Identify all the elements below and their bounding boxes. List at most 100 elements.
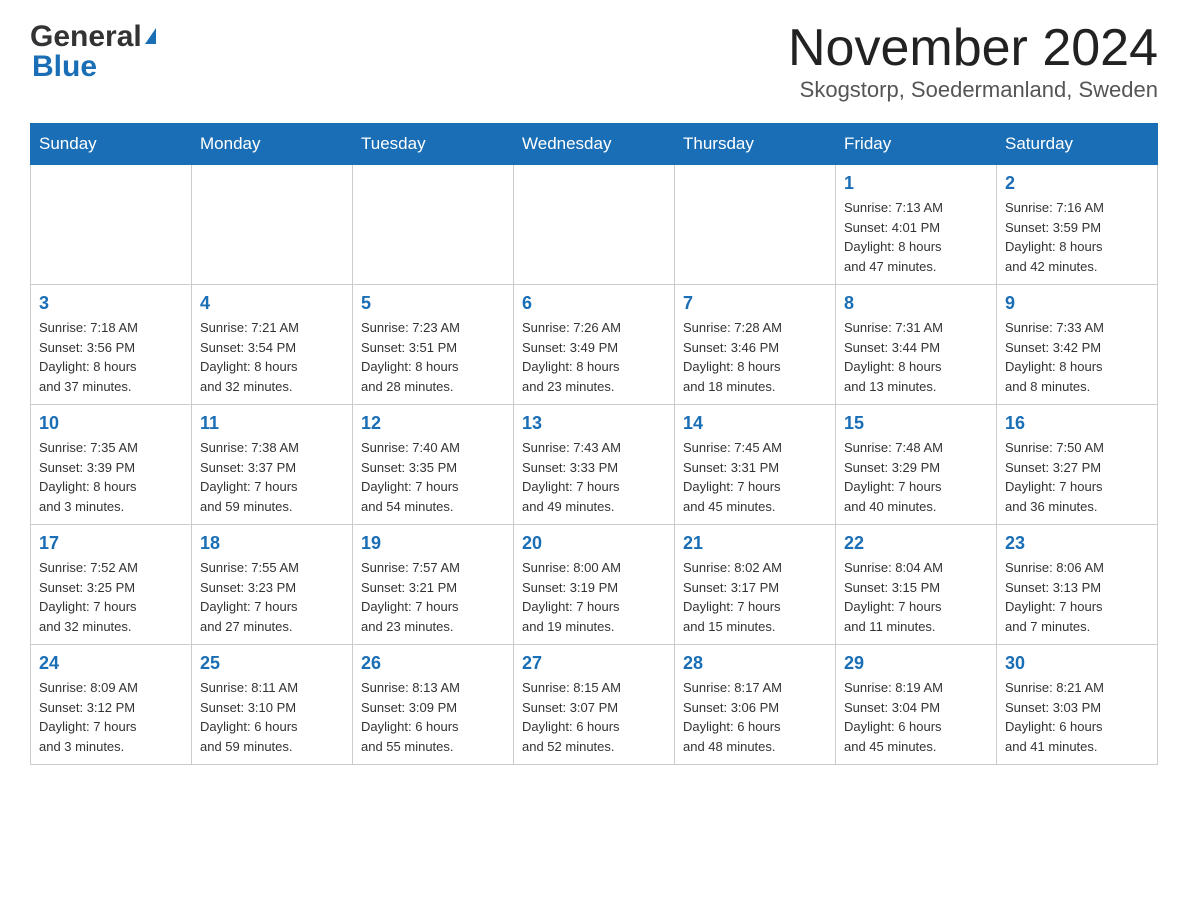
week-row-3: 10 Sunrise: 7:35 AMSunset: 3:39 PMDayligh…	[31, 405, 1158, 525]
logo-triangle-icon	[145, 28, 156, 44]
week-row-5: 24 Sunrise: 8:09 AMSunset: 3:12 PMDayligh…	[31, 645, 1158, 765]
calendar-cell	[675, 165, 836, 285]
day-number: 21	[683, 533, 827, 554]
calendar-cell: 4 Sunrise: 7:21 AMSunset: 3:54 PMDaylight…	[192, 285, 353, 405]
day-number: 23	[1005, 533, 1149, 554]
calendar-cell: 17Sunrise: 7:52 AMSunset: 3:25 PMDayligh…	[31, 525, 192, 645]
day-info: Sunrise: 7:33 AMSunset: 3:42 PMDaylight:…	[1005, 318, 1149, 396]
day-info: Sunrise: 8:21 AMSunset: 3:03 PMDaylight:…	[1005, 678, 1149, 756]
day-info: Sunrise: 8:06 AMSunset: 3:13 PMDaylight:…	[1005, 558, 1149, 636]
day-number: 24	[39, 653, 183, 674]
day-number: 20	[522, 533, 666, 554]
calendar-cell: 28 Sunrise: 8:17 AMSunset: 3:06 PMDayligh…	[675, 645, 836, 765]
week-row-4: 17Sunrise: 7:52 AMSunset: 3:25 PMDayligh…	[31, 525, 1158, 645]
calendar-header-tuesday: Tuesday	[353, 124, 514, 165]
calendar-cell: 10 Sunrise: 7:35 AMSunset: 3:39 PMDayligh…	[31, 405, 192, 525]
calendar-header-thursday: Thursday	[675, 124, 836, 165]
day-info: Sunrise: 7:50 AMSunset: 3:27 PMDaylight:…	[1005, 438, 1149, 516]
calendar-cell: 9 Sunrise: 7:33 AMSunset: 3:42 PMDaylight…	[997, 285, 1158, 405]
day-number: 10	[39, 413, 183, 434]
calendar-cell: 1 Sunrise: 7:13 AMSunset: 4:01 PMDaylight…	[836, 165, 997, 285]
calendar-cell	[31, 165, 192, 285]
day-number: 22	[844, 533, 988, 554]
day-info: Sunrise: 7:13 AMSunset: 4:01 PMDaylight:…	[844, 198, 988, 276]
calendar-cell: 7Sunrise: 7:28 AMSunset: 3:46 PMDaylight…	[675, 285, 836, 405]
day-info: Sunrise: 7:45 AMSunset: 3:31 PMDaylight:…	[683, 438, 827, 516]
calendar-cell: 21 Sunrise: 8:02 AMSunset: 3:17 PMDayligh…	[675, 525, 836, 645]
day-number: 7	[683, 293, 827, 314]
calendar-header-friday: Friday	[836, 124, 997, 165]
calendar-cell: 30 Sunrise: 8:21 AMSunset: 3:03 PMDayligh…	[997, 645, 1158, 765]
week-row-2: 3Sunrise: 7:18 AMSunset: 3:56 PMDaylight…	[31, 285, 1158, 405]
page-header: General Blue November 2024 Skogstorp, So…	[30, 20, 1158, 103]
calendar-header-sunday: Sunday	[31, 124, 192, 165]
calendar-cell	[192, 165, 353, 285]
month-title: November 2024	[788, 20, 1158, 77]
day-info: Sunrise: 7:23 AMSunset: 3:51 PMDaylight:…	[361, 318, 505, 396]
day-info: Sunrise: 7:26 AMSunset: 3:49 PMDaylight:…	[522, 318, 666, 396]
day-number: 15	[844, 413, 988, 434]
day-info: Sunrise: 8:11 AMSunset: 3:10 PMDaylight:…	[200, 678, 344, 756]
day-info: Sunrise: 8:15 AMSunset: 3:07 PMDaylight:…	[522, 678, 666, 756]
day-info: Sunrise: 8:02 AMSunset: 3:17 PMDaylight:…	[683, 558, 827, 636]
day-number: 11	[200, 413, 344, 434]
calendar-cell	[514, 165, 675, 285]
calendar-cell: 3Sunrise: 7:18 AMSunset: 3:56 PMDaylight…	[31, 285, 192, 405]
calendar-header-wednesday: Wednesday	[514, 124, 675, 165]
day-number: 19	[361, 533, 505, 554]
day-number: 30	[1005, 653, 1149, 674]
calendar-cell: 19 Sunrise: 7:57 AMSunset: 3:21 PMDayligh…	[353, 525, 514, 645]
day-info: Sunrise: 7:43 AMSunset: 3:33 PMDaylight:…	[522, 438, 666, 516]
day-info: Sunrise: 7:21 AMSunset: 3:54 PMDaylight:…	[200, 318, 344, 396]
logo-blue-text: Blue	[32, 50, 97, 84]
day-number: 5	[361, 293, 505, 314]
day-number: 27	[522, 653, 666, 674]
title-area: November 2024 Skogstorp, Soedermanland, …	[788, 20, 1158, 103]
calendar-cell: 12 Sunrise: 7:40 AMSunset: 3:35 PMDayligh…	[353, 405, 514, 525]
day-info: Sunrise: 7:55 AMSunset: 3:23 PMDaylight:…	[200, 558, 344, 636]
day-info: Sunrise: 7:31 AMSunset: 3:44 PMDaylight:…	[844, 318, 988, 396]
calendar-cell	[353, 165, 514, 285]
day-number: 28	[683, 653, 827, 674]
logo: General Blue	[30, 20, 156, 84]
calendar-cell: 18 Sunrise: 7:55 AMSunset: 3:23 PMDayligh…	[192, 525, 353, 645]
day-number: 1	[844, 173, 988, 194]
day-number: 14	[683, 413, 827, 434]
day-number: 6	[522, 293, 666, 314]
calendar-cell: 23 Sunrise: 8:06 AMSunset: 3:13 PMDayligh…	[997, 525, 1158, 645]
location-subtitle: Skogstorp, Soedermanland, Sweden	[788, 77, 1158, 103]
day-info: Sunrise: 8:00 AMSunset: 3:19 PMDaylight:…	[522, 558, 666, 636]
day-info: Sunrise: 7:48 AMSunset: 3:29 PMDaylight:…	[844, 438, 988, 516]
day-info: Sunrise: 8:19 AMSunset: 3:04 PMDaylight:…	[844, 678, 988, 756]
calendar-cell: 20 Sunrise: 8:00 AMSunset: 3:19 PMDayligh…	[514, 525, 675, 645]
calendar-cell: 25 Sunrise: 8:11 AMSunset: 3:10 PMDayligh…	[192, 645, 353, 765]
calendar-header-monday: Monday	[192, 124, 353, 165]
logo-general-text: General	[30, 20, 142, 54]
day-number: 12	[361, 413, 505, 434]
calendar-cell: 26Sunrise: 8:13 AMSunset: 3:09 PMDayligh…	[353, 645, 514, 765]
day-info: Sunrise: 7:57 AMSunset: 3:21 PMDaylight:…	[361, 558, 505, 636]
day-number: 29	[844, 653, 988, 674]
day-number: 2	[1005, 173, 1149, 194]
day-info: Sunrise: 7:35 AMSunset: 3:39 PMDaylight:…	[39, 438, 183, 516]
day-info: Sunrise: 8:04 AMSunset: 3:15 PMDaylight:…	[844, 558, 988, 636]
day-number: 16	[1005, 413, 1149, 434]
day-number: 18	[200, 533, 344, 554]
day-info: Sunrise: 8:09 AMSunset: 3:12 PMDaylight:…	[39, 678, 183, 756]
calendar-cell: 5 Sunrise: 7:23 AMSunset: 3:51 PMDaylight…	[353, 285, 514, 405]
day-info: Sunrise: 7:40 AMSunset: 3:35 PMDaylight:…	[361, 438, 505, 516]
week-row-1: 1 Sunrise: 7:13 AMSunset: 4:01 PMDaylight…	[31, 165, 1158, 285]
day-number: 9	[1005, 293, 1149, 314]
calendar-cell: 2 Sunrise: 7:16 AMSunset: 3:59 PMDaylight…	[997, 165, 1158, 285]
day-number: 4	[200, 293, 344, 314]
calendar-cell: 22 Sunrise: 8:04 AMSunset: 3:15 PMDayligh…	[836, 525, 997, 645]
calendar-cell: 8 Sunrise: 7:31 AMSunset: 3:44 PMDaylight…	[836, 285, 997, 405]
day-info: Sunrise: 7:16 AMSunset: 3:59 PMDaylight:…	[1005, 198, 1149, 276]
day-number: 26	[361, 653, 505, 674]
day-info: Sunrise: 8:17 AMSunset: 3:06 PMDaylight:…	[683, 678, 827, 756]
day-info: Sunrise: 7:52 AMSunset: 3:25 PMDaylight:…	[39, 558, 183, 636]
day-number: 25	[200, 653, 344, 674]
day-number: 8	[844, 293, 988, 314]
calendar-cell: 6 Sunrise: 7:26 AMSunset: 3:49 PMDaylight…	[514, 285, 675, 405]
calendar-header-row: SundayMondayTuesdayWednesdayThursdayFrid…	[31, 124, 1158, 165]
